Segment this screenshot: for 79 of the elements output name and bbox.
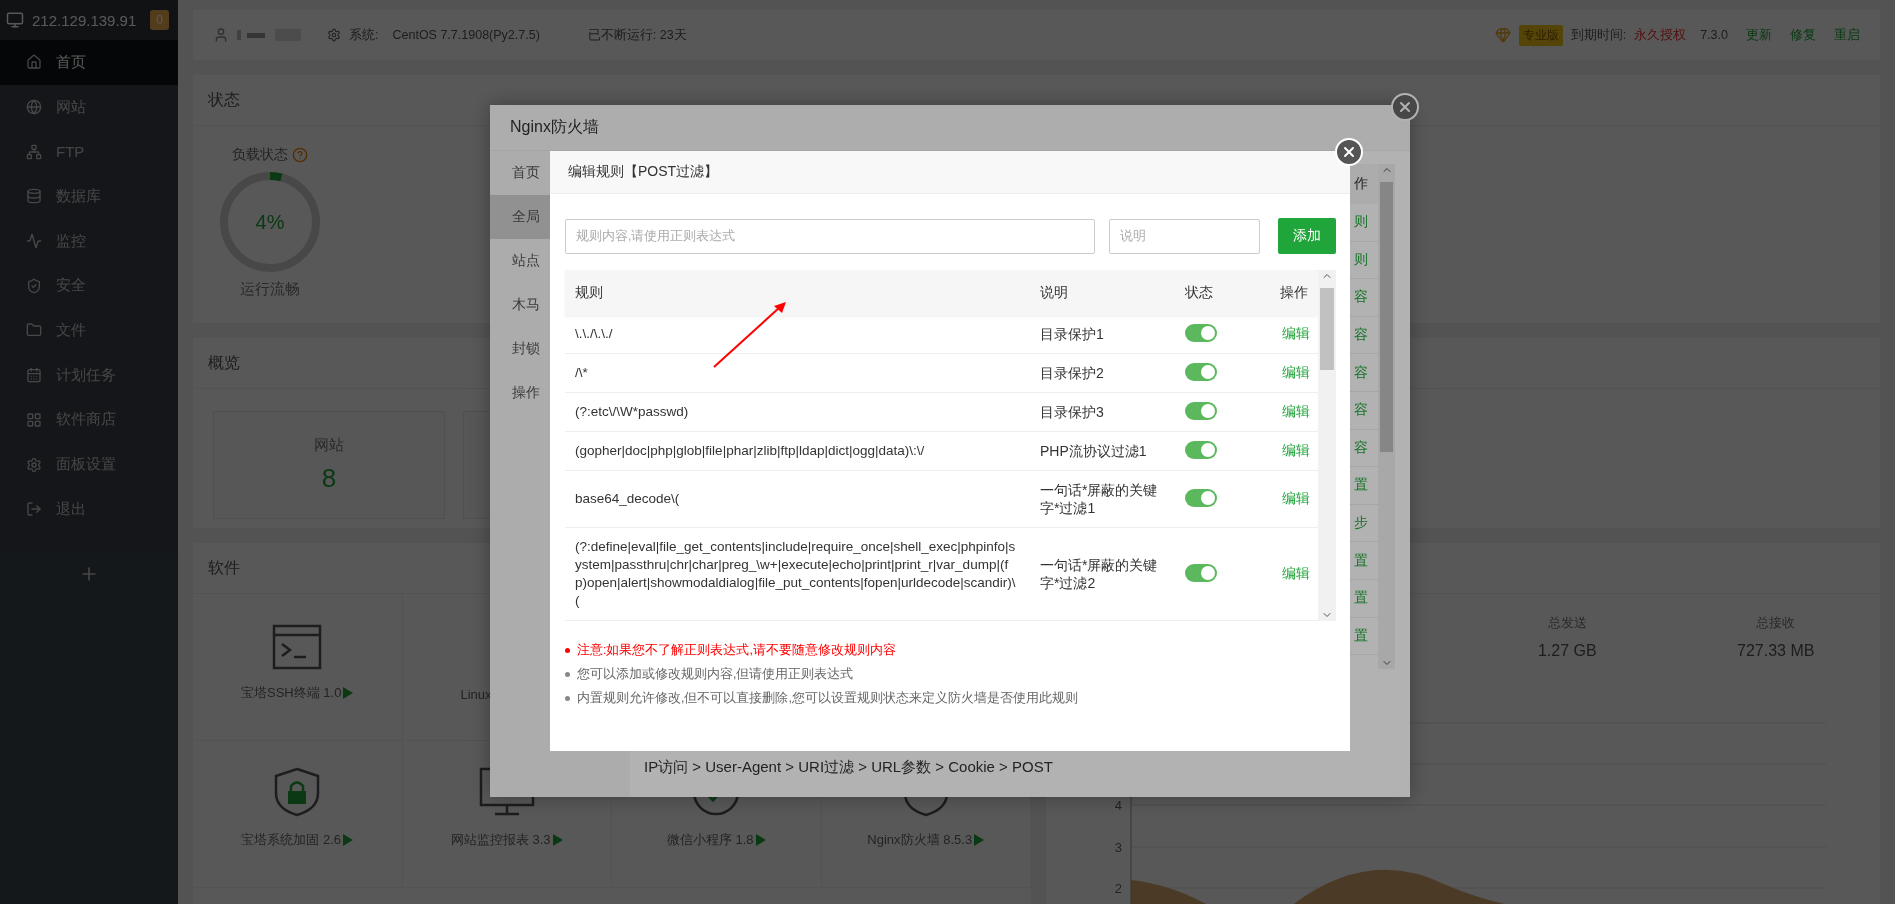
bullet-icon [565, 671, 570, 677]
play-icon[interactable] [343, 687, 354, 699]
sidebar-item[interactable]: 首页 [0, 40, 178, 85]
shield-icon [26, 277, 42, 294]
description-cell-text: 目录保护2 [1039, 364, 1105, 383]
grid-icon [26, 411, 42, 428]
card-value: 8 [321, 463, 337, 494]
status-toggle[interactable] [1185, 324, 1217, 342]
stat-value: 727.33 MB [1737, 642, 1815, 660]
system-value: CentOS 7.7.1908(Py2.7.5) [392, 28, 540, 42]
dialog-title: Nginx防火墙 [490, 105, 1410, 151]
rule-input[interactable]: 规则内容,请使用正则表达式 [565, 218, 1095, 254]
rule-cell-text: (gopher|doc|php|glob|file|phar|zlib|ftp|ldap|dict|ogg|data)\:\/ [574, 442, 926, 460]
redacted-drawing [237, 28, 301, 42]
status-toggle[interactable] [1185, 363, 1217, 381]
hint-text: 注意:如果您不了解正则表达式,请不要随意修改规则内容 [577, 642, 896, 659]
settings-icon [26, 456, 42, 473]
scroll-thumb[interactable] [1380, 182, 1393, 452]
diamond-icon [1494, 27, 1511, 43]
hint-text: 内置规则允许修改,但不可以直接删除,您可以设置规则状态来定义防火墙是否使用此规则 [577, 690, 1078, 707]
topbar-link[interactable]: 修复 [1790, 26, 1816, 44]
stat-value: 1.27 GB [1537, 642, 1597, 660]
edit-link[interactable]: 编辑 [1265, 490, 1318, 508]
calendar-icon [26, 367, 42, 384]
close-icon [1341, 144, 1357, 160]
pulse-icon [26, 233, 42, 250]
edit-link[interactable]: 编辑 [1265, 442, 1318, 460]
play-icon[interactable] [755, 834, 766, 846]
status-toggle[interactable] [1185, 402, 1217, 420]
play-icon[interactable] [343, 834, 354, 846]
add-button[interactable]: 添加 [1278, 218, 1336, 254]
dialog-title: 编辑规则【POST过滤】 [550, 151, 1350, 194]
bullet-icon [565, 647, 570, 653]
column-header: 状态 [1184, 283, 1214, 302]
play-icon[interactable] [552, 834, 563, 846]
scroll-thumb[interactable] [1320, 288, 1334, 370]
scrollbar[interactable] [1318, 270, 1336, 621]
network-icon [26, 143, 42, 160]
version-text: 7.3.0 [1700, 28, 1728, 42]
status-toggle[interactable] [1185, 489, 1217, 507]
column-header: 说明 [1039, 283, 1069, 302]
topbar-link[interactable]: 更新 [1746, 26, 1772, 44]
edit-link[interactable]: 编辑 [1265, 565, 1318, 583]
rule-cell-text: base64_decode\( [574, 490, 681, 508]
topbar-link[interactable]: 重启 [1834, 26, 1860, 44]
status-toggle[interactable] [1185, 564, 1217, 582]
globe-icon [26, 99, 42, 116]
shield-lock-icon [274, 767, 321, 817]
description-input[interactable]: 说明 [1109, 218, 1260, 254]
gauge-value: 4% [255, 210, 285, 234]
database-icon [26, 188, 42, 205]
rule-cell-text: (?:etc\/\W*passwd) [574, 403, 690, 421]
bullet-icon [565, 695, 570, 701]
edit-link[interactable]: 编辑 [1265, 403, 1318, 421]
system-label: 系统: [349, 26, 379, 44]
rule-cell-text: /\* [574, 364, 589, 382]
description-cell-text: 一句话*屏蔽的关键字*过滤2 [1039, 556, 1159, 593]
status-toggle[interactable] [1185, 441, 1217, 459]
home-icon [26, 54, 42, 71]
rule-order-text: IP访问 > User-Agent > URI过滤 > URL参数 > Cookie > POST [644, 758, 1054, 777]
play-icon[interactable] [974, 834, 985, 846]
description-cell-text: PHP流协议过滤1 [1039, 442, 1148, 461]
expiry-value: 永久授权 [1634, 26, 1687, 44]
help-icon[interactable] [292, 147, 308, 163]
column-header: 规则 [574, 283, 604, 302]
folder-icon [26, 322, 42, 339]
logout-icon [26, 501, 42, 518]
description-cell-text: 目录保护3 [1039, 403, 1105, 422]
description-cell-text: 一句话*屏蔽的关键字*过滤1 [1039, 481, 1159, 518]
hint-text: 您可以添加或修改规则内容,但请使用正则表达式 [577, 666, 854, 683]
scrollbar[interactable] [1378, 164, 1395, 669]
gear-icon [327, 28, 341, 42]
monitor-icon [6, 11, 24, 29]
edit-link[interactable]: 编辑 [1265, 364, 1318, 382]
server-address: 212.129.139.91 [32, 11, 137, 29]
user-icon [213, 27, 229, 43]
close-icon [1397, 99, 1413, 115]
terminal-icon [272, 624, 323, 670]
column-header: 操作 [1279, 283, 1309, 302]
